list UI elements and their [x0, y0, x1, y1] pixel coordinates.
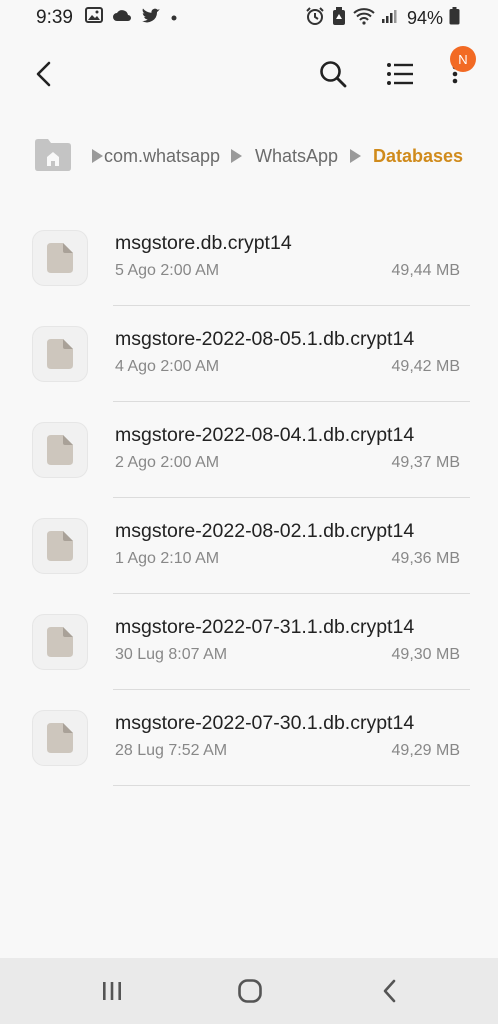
file-date: 2 Ago 2:00 AM: [115, 454, 220, 471]
file-size: 49,42 MB: [391, 358, 460, 375]
file-date: 5 Ago 2:00 AM: [115, 262, 220, 279]
alarm-icon: [305, 6, 325, 31]
divider: [113, 785, 470, 786]
file-icon: [47, 339, 73, 369]
list-view-icon: [387, 63, 413, 85]
twitter-icon: [141, 7, 161, 28]
breadcrumb: com.whatsapp WhatsApp Databases: [0, 132, 498, 178]
breadcrumb-separator: [92, 149, 103, 163]
file-date: 1 Ago 2:10 AM: [115, 550, 220, 567]
breadcrumb-separator: [231, 149, 242, 163]
file-name: msgstore.db.crypt14: [115, 232, 292, 254]
status-time: 9:39: [36, 7, 73, 28]
file-icon: [47, 435, 73, 465]
file-icon: [47, 531, 73, 561]
file-date: 28 Lug 7:52 AM: [115, 742, 228, 759]
list-item[interactable]: msgstore-2022-08-05.1.db.crypt14 4 Ago 2…: [0, 306, 498, 402]
recent-apps-icon: [103, 982, 121, 1000]
battery-icon: [449, 7, 460, 30]
home-button[interactable]: [220, 970, 280, 1012]
search-button[interactable]: [313, 54, 353, 94]
search-icon: [320, 61, 347, 88]
breadcrumb-separator: [350, 149, 361, 163]
navigation-bar: [0, 958, 498, 1024]
list-item[interactable]: msgstore-2022-08-04.1.db.crypt14 2 Ago 2…: [0, 402, 498, 498]
breadcrumb-item-whatsapp[interactable]: WhatsApp: [255, 146, 338, 167]
home-folder-button[interactable]: [33, 136, 73, 172]
file-name: msgstore-2022-07-30.1.db.crypt14: [115, 712, 415, 734]
list-view-button[interactable]: [380, 54, 420, 94]
file-size: 49,29 MB: [391, 742, 460, 759]
file-date: 4 Ago 2:00 AM: [115, 358, 220, 375]
recent-apps-button[interactable]: [82, 970, 142, 1012]
back-arrow-icon: [36, 61, 51, 87]
notification-badge: N: [450, 46, 476, 72]
image-icon: [85, 7, 103, 28]
file-name: msgstore-2022-08-05.1.db.crypt14: [115, 328, 415, 350]
cloud-icon: [112, 8, 132, 27]
file-icon: [47, 243, 73, 273]
file-date: 30 Lug 8:07 AM: [115, 646, 228, 663]
status-bar: 9:39 94%: [0, 0, 498, 34]
nav-back-button[interactable]: [360, 970, 420, 1012]
file-size: 49,36 MB: [391, 550, 460, 567]
nav-back-icon: [383, 979, 396, 1003]
battery-percent: 94%: [406, 8, 443, 28]
wifi-icon: [353, 7, 375, 30]
breadcrumb-item-databases: Databases: [373, 146, 464, 166]
file-icon: [47, 627, 73, 657]
toolbar: N: [0, 40, 498, 104]
file-name: msgstore-2022-07-31.1.db.crypt14: [115, 616, 415, 638]
list-item[interactable]: msgstore-2022-08-02.1.db.crypt14 1 Ago 2…: [0, 498, 498, 594]
signal-icon: [381, 8, 397, 29]
list-item[interactable]: msgstore-2022-07-30.1.db.crypt14 28 Lug …: [0, 690, 498, 786]
list-item[interactable]: msgstore.db.crypt14 5 Ago 2:00 AM 49,44 …: [0, 210, 498, 306]
recycle-icon: [331, 6, 347, 31]
back-button[interactable]: [24, 54, 64, 94]
file-name: msgstore-2022-08-04.1.db.crypt14: [115, 424, 415, 446]
file-size: 49,37 MB: [391, 454, 460, 471]
home-icon: [238, 979, 262, 1003]
file-size: 49,44 MB: [391, 262, 460, 279]
list-item[interactable]: msgstore-2022-07-31.1.db.crypt14 30 Lug …: [0, 594, 498, 690]
file-name: msgstore-2022-08-02.1.db.crypt14: [115, 520, 415, 542]
file-size: 49,30 MB: [391, 646, 460, 663]
home-folder-icon: [35, 139, 71, 171]
file-icon: [47, 723, 73, 753]
dot-icon: [170, 9, 178, 27]
breadcrumb-item-com-whatsapp[interactable]: com.whatsapp: [104, 146, 220, 167]
